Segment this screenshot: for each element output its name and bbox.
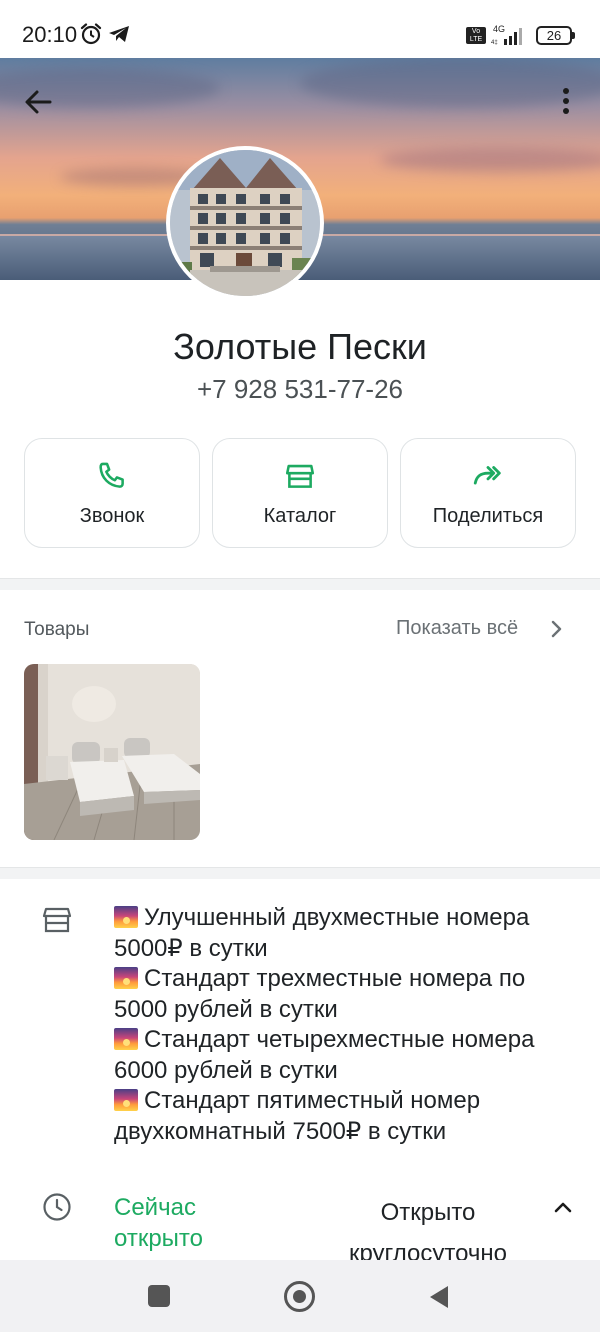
- description-line: двухкомнатный 7500₽ в сутки: [114, 1117, 447, 1145]
- description-line: Стандарт трехместные номера по: [114, 964, 590, 995]
- description-line: 6000 рублей в сутки: [114, 1056, 338, 1084]
- home-button[interactable]: [284, 1281, 315, 1312]
- phone-icon: [99, 462, 124, 488]
- call-button-label: Звонок: [79, 505, 145, 527]
- room-photo: [24, 664, 200, 840]
- description-line: 5000₽ в сутки: [114, 934, 268, 962]
- section-divider: [0, 867, 600, 879]
- goods-section-title: Товары: [24, 619, 90, 640]
- description-line: 5000 рублей в сутки: [114, 995, 338, 1023]
- status-time: 20:10: [22, 22, 78, 47]
- profile-name: Золотые Пески: [173, 326, 427, 367]
- storefront-icon: [285, 464, 315, 488]
- share-button-label: Поделиться: [432, 505, 544, 527]
- description-line: Улучшенный двухместные номера: [114, 903, 590, 934]
- back-arrow-icon[interactable]: [18, 82, 58, 122]
- back-triangle-icon[interactable]: [428, 1284, 450, 1310]
- more-options-icon[interactable]: [550, 82, 582, 122]
- show-all-link[interactable]: Показать всё: [396, 617, 518, 640]
- sunset-emoji-icon: [114, 1028, 138, 1050]
- chevron-right-icon[interactable]: [548, 619, 564, 639]
- status-bar: 20:10 Vo LTE 4G 4‡ 26: [0, 0, 600, 58]
- telegram-icon: [109, 26, 129, 42]
- catalog-button-label: Каталог: [263, 505, 337, 527]
- description-line: Стандарт четырехместные номера: [114, 1025, 590, 1056]
- clock-icon: [43, 1193, 71, 1221]
- storefront-icon: [42, 907, 72, 933]
- system-navigation-bar: [0, 1260, 600, 1332]
- share-button[interactable]: Поделиться: [400, 438, 576, 548]
- business-description: Улучшенный двухместные номера 5000₽ в су…: [114, 903, 590, 1147]
- chevron-up-icon[interactable]: [552, 1198, 574, 1216]
- recents-button[interactable]: [148, 1285, 170, 1307]
- battery-level: 26: [536, 26, 572, 45]
- svg-text:4‡: 4‡: [491, 40, 498, 46]
- sunset-emoji-icon: [114, 1089, 138, 1111]
- battery-icon: 26: [536, 26, 576, 45]
- avatar[interactable]: [166, 146, 324, 300]
- section-divider: [0, 578, 600, 590]
- product-card[interactable]: [24, 664, 200, 840]
- hotel-building-photo: [170, 150, 320, 296]
- profile-phone[interactable]: +7 928 531-77-26: [0, 374, 600, 405]
- sunset-emoji-icon: [114, 967, 138, 989]
- description-line: Стандарт пятиместный номер: [114, 1086, 590, 1117]
- signal-strength-icon: 4G 4‡: [491, 24, 522, 46]
- action-buttons: Звонок Каталог Поделиться: [24, 438, 576, 548]
- alarm-clock-icon: [80, 23, 102, 45]
- volte-icon: Vo LTE: [466, 27, 486, 44]
- share-forward-icon: [473, 466, 501, 485]
- catalog-button[interactable]: Каталог: [212, 438, 388, 548]
- sunset-emoji-icon: [114, 906, 138, 928]
- hours-status: Сейчас открыто: [114, 1194, 203, 1252]
- svg-text:4G: 4G: [493, 24, 505, 34]
- call-button[interactable]: Звонок: [24, 438, 200, 548]
